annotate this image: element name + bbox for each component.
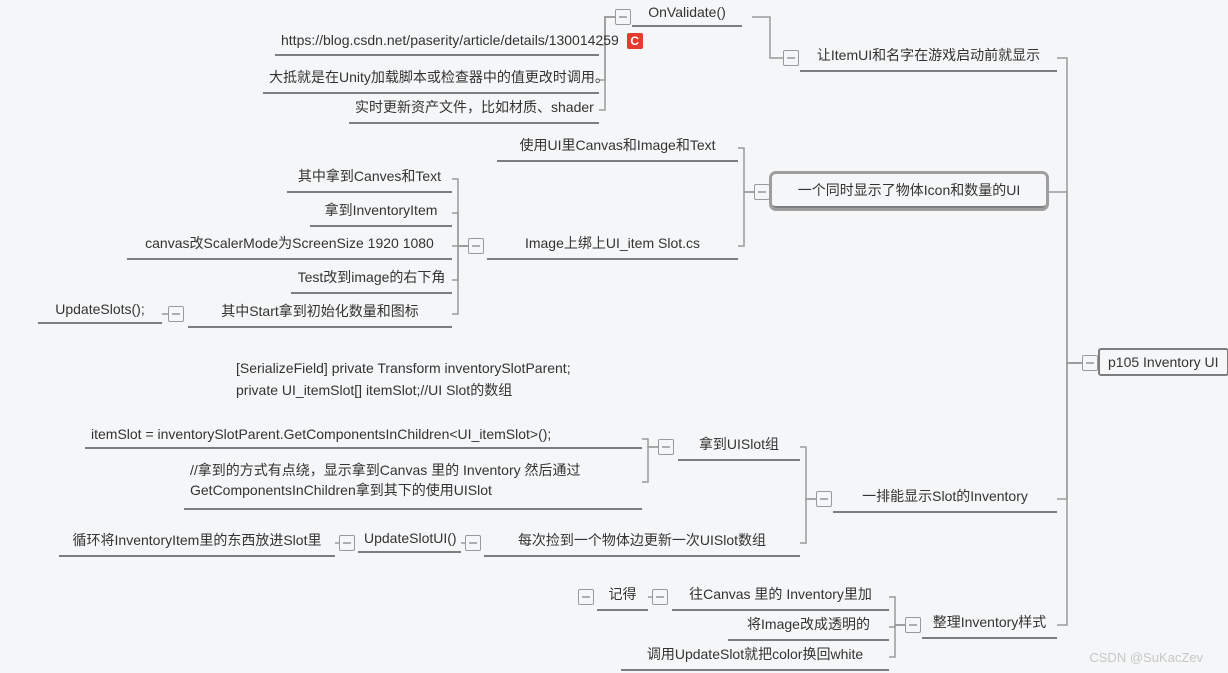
node-c-c1-0[interactable]: itemSlot = inventorySlotParent.GetCompon… bbox=[85, 424, 642, 449]
node-b-c2-1[interactable]: 拿到InventoryItem bbox=[310, 198, 452, 227]
node-c-c2-sub-sub[interactable]: 循环将InventoryItem里的东西放进Slot里 bbox=[59, 528, 335, 557]
node-label: 其中拿到Canves和Text bbox=[298, 168, 441, 184]
node-a-2[interactable]: 实时更新资产文件，比如材质、shader bbox=[349, 95, 599, 124]
node-label: 整理Inventory样式 bbox=[933, 614, 1047, 630]
collapse-icon[interactable] bbox=[465, 535, 481, 551]
node-c-c2-sub[interactable]: UpdateSlotUI() bbox=[358, 528, 461, 553]
node-label: 每次捡到一个物体边更新一次UISlot数组 bbox=[518, 532, 766, 548]
root-node[interactable]: p105 Inventory UI bbox=[1098, 348, 1228, 376]
node-label: //拿到的方式有点绕，显示拿到Canvas 里的 Inventory 然后通过G… bbox=[190, 462, 581, 498]
node-b-c2-3[interactable]: Test改到image的右下角 bbox=[291, 265, 452, 294]
node-d-0[interactable]: 往Canvas 里的 Inventory里加 bbox=[672, 582, 889, 611]
node-b-c2-4-sub[interactable]: UpdateSlots(); bbox=[38, 299, 162, 324]
node-a-sub[interactable]: OnValidate() bbox=[632, 2, 742, 27]
node-label: p105 Inventory UI bbox=[1108, 354, 1219, 370]
node-d-2[interactable]: 调用UpdateSlot就把color换回white bbox=[621, 642, 889, 671]
node-b-c2-4[interactable]: 其中Start拿到初始化数量和图标 bbox=[188, 299, 452, 328]
node-label: 拿到InventoryItem bbox=[325, 202, 438, 218]
collapse-icon[interactable] bbox=[652, 589, 668, 605]
csdn-icon: C bbox=[627, 33, 643, 49]
node-label: itemSlot = inventorySlotParent.GetCompon… bbox=[91, 426, 551, 442]
node-c-c1[interactable]: 拿到UISlot组 bbox=[678, 432, 800, 461]
node-label: Image上绑上UI_item Slot.cs bbox=[525, 235, 700, 251]
node-label: 让ItemUI和名字在游戏启动前就显示 bbox=[817, 47, 1040, 63]
collapse-icon[interactable] bbox=[339, 535, 355, 551]
watermark: CSDN @SuKacZev bbox=[1089, 650, 1203, 665]
collapse-icon[interactable] bbox=[615, 9, 631, 25]
node-label: OnValidate() bbox=[648, 4, 726, 20]
node-label: 往Canvas 里的 Inventory里加 bbox=[689, 586, 872, 602]
collapse-icon[interactable] bbox=[783, 50, 799, 66]
node-label: 将Image改成透明的 bbox=[747, 616, 870, 632]
node-label: canvas改ScalerMode为ScreenSize 1920 1080 bbox=[145, 235, 434, 251]
node-label: 使用UI里Canvas和Image和Text bbox=[519, 137, 715, 153]
collapse-icon[interactable] bbox=[905, 617, 921, 633]
collapse-icon[interactable] bbox=[754, 184, 770, 200]
node-b-c2-2[interactable]: canvas改ScalerMode为ScreenSize 1920 1080 bbox=[127, 231, 452, 260]
collapse-icon[interactable] bbox=[1082, 355, 1098, 371]
node-label: 调用UpdateSlot就把color换回white bbox=[647, 646, 863, 662]
mindmap-stage: p105 Inventory UI 让ItemUI和名字在游戏启动前就显示 On… bbox=[0, 0, 1228, 673]
node-label: UpdateSlots(); bbox=[55, 301, 144, 317]
node-c-c1-1[interactable]: //拿到的方式有点绕，显示拿到Canvas 里的 Inventory 然后通过G… bbox=[184, 458, 642, 510]
node-label: 一个同时显示了物体Icon和数量的UI bbox=[798, 182, 1020, 198]
collapse-icon[interactable] bbox=[816, 491, 832, 507]
code-text: private UI_itemSlot[] itemSlot;//UI Slot… bbox=[236, 382, 512, 398]
node-d-1[interactable]: 将Image改成透明的 bbox=[728, 612, 889, 641]
node-label: UpdateSlotUI() bbox=[364, 530, 457, 546]
node-label: 其中Start拿到初始化数量和图标 bbox=[221, 303, 419, 319]
node-label: Test改到image的右下角 bbox=[298, 269, 446, 285]
node-label: 一排能显示Slot的Inventory bbox=[862, 488, 1028, 504]
collapse-icon[interactable] bbox=[578, 589, 594, 605]
watermark-text: CSDN @SuKacZev bbox=[1089, 650, 1203, 665]
code-text: [SerializeField] private Transform inven… bbox=[236, 360, 571, 376]
node-b-c2-0[interactable]: 其中拿到Canves和Text bbox=[287, 164, 452, 193]
node-label: 实时更新资产文件，比如材质、shader bbox=[355, 99, 594, 115]
code-line-0: [SerializeField] private Transform inven… bbox=[236, 360, 571, 376]
node-b-c2[interactable]: Image上绑上UI_item Slot.cs bbox=[487, 231, 738, 260]
collapse-icon[interactable] bbox=[468, 238, 484, 254]
collapse-icon[interactable] bbox=[658, 439, 674, 455]
node-label: 大抵就是在Unity加载脚本或检查器中的值更改时调用。 bbox=[269, 69, 609, 85]
node-label: https://blog.csdn.net/paserity/article/d… bbox=[281, 32, 619, 48]
node-b-c1[interactable]: 使用UI里Canvas和Image和Text bbox=[497, 133, 738, 162]
node-label: 循环将InventoryItem里的东西放进Slot里 bbox=[73, 532, 322, 548]
node-d[interactable]: 整理Inventory样式 bbox=[922, 610, 1057, 639]
node-label: 拿到UISlot组 bbox=[699, 436, 779, 452]
code-line-1: private UI_itemSlot[] itemSlot;//UI Slot… bbox=[236, 380, 512, 400]
node-b-selected[interactable]: 一个同时显示了物体Icon和数量的UI bbox=[772, 174, 1046, 208]
node-a[interactable]: 让ItemUI和名字在游戏启动前就显示 bbox=[800, 43, 1057, 72]
node-label: 记得 bbox=[609, 586, 637, 602]
node-d-0-sub[interactable]: 记得 bbox=[597, 582, 648, 611]
node-a-1[interactable]: 大抵就是在Unity加载脚本或检查器中的值更改时调用。 bbox=[263, 65, 599, 94]
node-a-0[interactable]: https://blog.csdn.net/paserity/article/d… bbox=[275, 30, 599, 56]
collapse-icon[interactable] bbox=[168, 306, 184, 322]
node-c[interactable]: 一排能显示Slot的Inventory bbox=[833, 484, 1057, 513]
connector-lines bbox=[0, 0, 1228, 673]
node-c-c2[interactable]: 每次捡到一个物体边更新一次UISlot数组 bbox=[484, 528, 800, 557]
